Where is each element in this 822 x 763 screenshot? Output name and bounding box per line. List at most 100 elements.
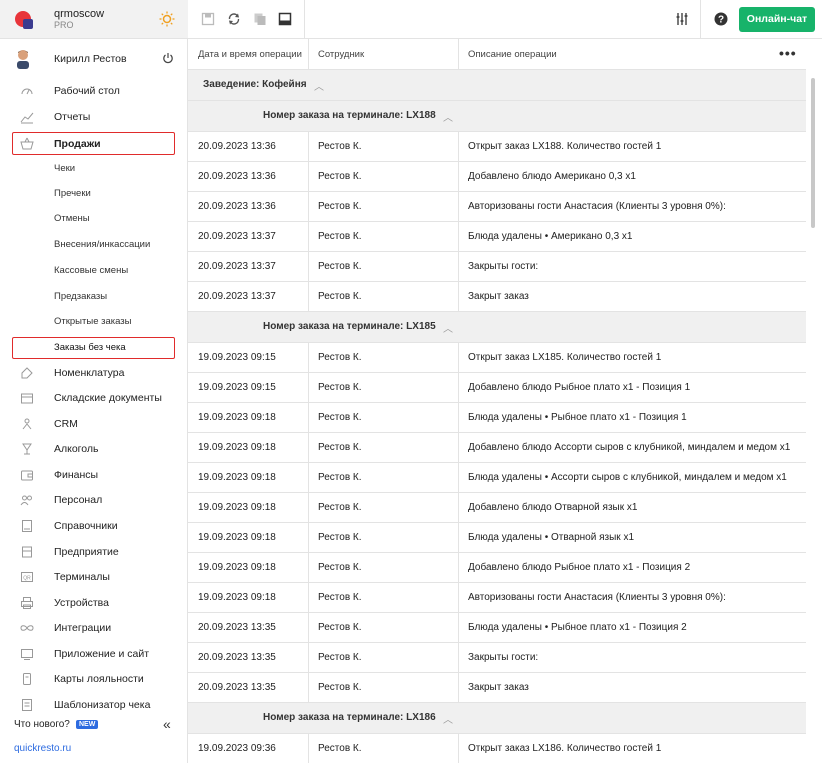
table-row[interactable]: 19.09.2023 09:18 Рестов К. Блюда удалены •… (188, 403, 806, 433)
refresh-icon[interactable] (227, 12, 241, 26)
sidebar-item-receipt-template[interactable]: Шаблонизатор чека (0, 693, 188, 717)
venue-group-row[interactable]: Заведение: Кофейня ︿ (188, 70, 806, 101)
cell-datetime: 19.09.2023 09:18 (198, 412, 276, 423)
table-row[interactable]: 20.09.2023 13:37 Рестов К. Закрыт заказ (188, 282, 806, 312)
order-group-row[interactable]: Номер заказа на терминале: LX188 ︿ (188, 101, 806, 132)
sidebar-item-nomenclature[interactable]: Номенклатура (0, 361, 188, 385)
sidebar-item-terminals[interactable]: QR Терминалы (0, 565, 188, 589)
column-divider (308, 252, 309, 282)
sidebar-subitem-label: Заказы без чека (54, 342, 126, 353)
sidebar-item-enterprise[interactable]: Предприятие (0, 540, 188, 564)
column-divider (458, 132, 459, 162)
table-row[interactable]: 20.09.2023 13:35 Рестов К. Закрыт заказ (188, 673, 806, 703)
chevron-up-icon[interactable]: ︿ (443, 320, 453, 335)
sidebar-item-integrations[interactable]: Интеграции (0, 616, 188, 640)
cell-datetime: 19.09.2023 09:18 (198, 592, 276, 603)
cell-employee: Рестов К. (318, 502, 362, 513)
table-row[interactable]: 19.09.2023 09:18 Рестов К. Блюда удалены •… (188, 463, 806, 493)
sidebar-item-finance[interactable]: Финансы (0, 463, 188, 487)
chevron-up-icon[interactable]: ︿ (443, 711, 453, 726)
sidebar-subitem-label: Открытые заказы (54, 316, 132, 327)
table-row[interactable]: 19.09.2023 09:18 Рестов К. Блюда удалены •… (188, 523, 806, 553)
more-options-icon[interactable]: ••• (779, 45, 797, 61)
cell-employee: Рестов К. (318, 171, 362, 182)
sidebar-item-crm[interactable]: CRM (0, 412, 188, 436)
sidebar-item-reports[interactable]: Отчеты (0, 105, 188, 129)
chevron-up-icon[interactable]: ︿ (314, 78, 324, 93)
column-header-datetime[interactable]: Дата и время операции (198, 49, 302, 60)
table-row[interactable]: 19.09.2023 09:18 Рестов К. Добавлено блюдо… (188, 493, 806, 523)
whats-new-link[interactable]: Что нового? (14, 719, 70, 730)
table-row[interactable]: 20.09.2023 13:36 Рестов К. Открыт заказ LX… (188, 132, 806, 162)
order-group-row[interactable]: Номер заказа на терминале: LX185 ︿ (188, 312, 806, 343)
sidebar-item-label: Приложение и сайт (54, 648, 150, 660)
sidebar-item-label: CRM (54, 418, 78, 430)
column-divider (308, 222, 309, 252)
cell-datetime: 19.09.2023 09:18 (198, 442, 276, 453)
sidebar-subitem-receipts[interactable]: Чеки (0, 158, 188, 180)
sidebar-item-staff[interactable]: Персонал (0, 488, 188, 512)
sidebar-item-references[interactable]: Справочники (0, 514, 188, 538)
sidebar-subitem-label: Пречеки (54, 188, 91, 199)
sidebar-item-sales[interactable]: Продажи (0, 132, 188, 156)
order-group-row[interactable]: Номер заказа на терминале: LX186 ︿ (188, 703, 806, 734)
export-icon[interactable] (278, 12, 292, 26)
user-profile[interactable]: Кирилл Рестов (0, 47, 188, 71)
scrollbar-thumb[interactable] (811, 78, 815, 228)
collapse-sidebar-icon[interactable]: « (163, 716, 171, 732)
column-divider (308, 673, 309, 703)
logout-power-icon[interactable] (162, 52, 174, 64)
sidebar-subitem-cancellations[interactable]: Отмены (0, 208, 188, 230)
table-row[interactable]: 20.09.2023 13:35 Рестов К. Закрыты гости: (188, 643, 806, 673)
sidebar-subitem-prechecks[interactable]: Пречеки (0, 183, 188, 205)
theme-toggle-icon[interactable] (159, 11, 175, 27)
cell-description: Добавлено блюдо Ассорти сыров с клубнико… (468, 442, 791, 453)
column-divider (308, 493, 309, 523)
column-header-description[interactable]: Описание операции (468, 49, 557, 60)
cell-datetime: 19.09.2023 09:15 (198, 352, 276, 363)
filter-settings-icon[interactable] (675, 12, 689, 26)
sidebar-item-warehouse-docs[interactable]: Складские документы (0, 386, 188, 410)
group-title: Номер заказа на терминале: LX186 (263, 712, 436, 723)
column-divider (308, 553, 309, 583)
table-row[interactable]: 19.09.2023 09:36 Рестов К. Открыт заказ LX… (188, 734, 806, 763)
table-row[interactable]: 19.09.2023 09:15 Рестов К. Добавлено блюдо… (188, 373, 806, 403)
table-row[interactable]: 19.09.2023 09:18 Рестов К. Добавлено блюдо… (188, 433, 806, 463)
table-row[interactable]: 19.09.2023 09:15 Рестов К. Открыт заказ LX… (188, 343, 806, 373)
online-chat-button[interactable]: Онлайн-чат (739, 7, 815, 32)
cell-description: Авторизованы гости Анастасия (Клиенты 3 … (468, 201, 726, 212)
save-icon[interactable] (201, 12, 215, 26)
sidebar-item-dashboard[interactable]: Рабочий стол (0, 79, 188, 103)
sidebar-subitem-open-orders[interactable]: Открытые заказы (0, 311, 188, 333)
sidebar-subitem-cash-ops[interactable]: Внесения/инкассации (0, 234, 188, 256)
column-divider (308, 373, 309, 403)
dashboard-icon (21, 88, 33, 95)
site-link[interactable]: quickresto.ru (14, 743, 71, 754)
sidebar-subitem-cash-shifts[interactable]: Кассовые смены (0, 260, 188, 282)
table-row[interactable]: 20.09.2023 13:36 Рестов К. Авторизованы го… (188, 192, 806, 222)
table-row[interactable]: 20.09.2023 13:36 Рестов К. Добавлено блюдо… (188, 162, 806, 192)
table-row[interactable]: 20.09.2023 13:35 Рестов К. Блюда удалены •… (188, 613, 806, 643)
table-row[interactable]: 20.09.2023 13:37 Рестов К. Закрыты гости: (188, 252, 806, 282)
sidebar-item-alcohol[interactable]: Алкоголь (0, 437, 188, 461)
cell-description: Закрыты гости: (468, 652, 539, 663)
copy-icon[interactable] (253, 12, 267, 26)
user-name: Кирилл Рестов (54, 53, 127, 65)
chevron-up-icon[interactable]: ︿ (443, 109, 453, 124)
sidebar-item-label: Терминалы (54, 571, 110, 583)
cell-description: Добавлено блюдо Американо 0,3 x1 (468, 171, 636, 182)
sidebar-subitem-label: Кассовые смены (54, 265, 129, 276)
table-row[interactable]: 19.09.2023 09:18 Рестов К. Добавлено блюдо… (188, 553, 806, 583)
column-divider (308, 734, 309, 763)
table-row[interactable]: 19.09.2023 09:18 Рестов К. Авторизованы го… (188, 583, 806, 613)
scrollbar[interactable] (808, 70, 816, 763)
help-icon[interactable]: ? (714, 12, 728, 26)
sidebar-item-devices[interactable]: Устройства (0, 591, 188, 615)
table-row[interactable]: 20.09.2023 13:37 Рестов К. Блюда удалены •… (188, 222, 806, 252)
sidebar-subitem-preorders[interactable]: Предзаказы (0, 286, 188, 308)
sidebar-item-loyalty-cards[interactable]: Карты лояльности (0, 667, 188, 691)
sidebar-subitem-orders-without-receipt[interactable]: Заказы без чека (0, 337, 188, 359)
sidebar-item-app-site[interactable]: Приложение и сайт (0, 642, 188, 666)
column-header-employee[interactable]: Сотрудник (318, 49, 364, 60)
cell-employee: Рестов К. (318, 652, 362, 663)
